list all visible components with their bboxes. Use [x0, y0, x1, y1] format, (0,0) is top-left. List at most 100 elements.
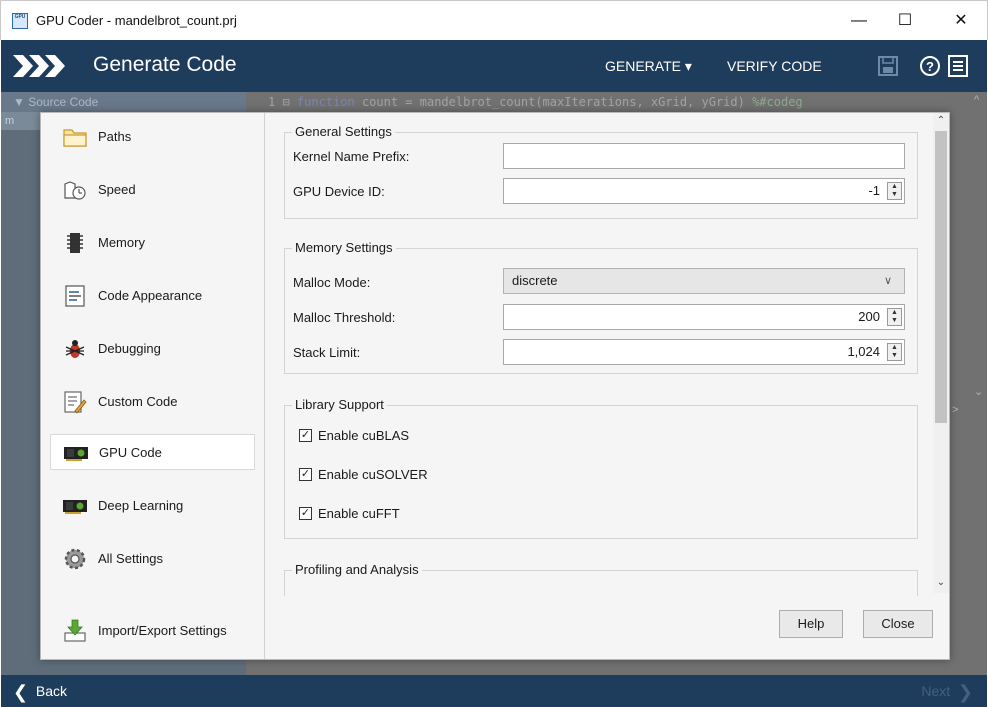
maximize-button[interactable]: ☐ [882, 7, 928, 35]
settings-content-pane: General Settings Kernel Name Prefix: GPU… [273, 119, 933, 596]
gpu-card-icon [64, 447, 88, 461]
help-icon[interactable]: ? [919, 54, 941, 78]
checkbox-checked-icon: ✓ [299, 507, 312, 520]
nav-label: Speed [98, 182, 136, 197]
general-settings-group: General Settings Kernel Name Prefix: GPU… [284, 124, 918, 219]
nav-item-memory[interactable]: Memory [50, 225, 255, 261]
memory-chip-icon [67, 233, 83, 253]
nav-label: Memory [98, 235, 145, 250]
nav-label: All Settings [98, 551, 164, 566]
app-toolbar: Generate Code GENERATE ▾ VERIFY CODE ? [1, 40, 987, 92]
stack-limit-input[interactable]: 1,024 ▲ ▼ [503, 339, 905, 365]
gear-icon [64, 548, 86, 570]
minimize-button[interactable]: — [836, 7, 882, 35]
library-support-group: Library Support ✓ Enable cuBLAS ✓ Enable… [284, 397, 918, 539]
back-label: Back [35, 683, 67, 699]
spinner-control[interactable]: ▲ ▼ [887, 343, 902, 361]
spinner-control[interactable]: ▲ ▼ [887, 182, 902, 200]
code-keyword: function [296, 95, 355, 109]
next-button[interactable]: Next ❯ [921, 682, 973, 703]
gpu-coder-app-icon: GPU [12, 13, 28, 29]
checkbox-label: Enable cuBLAS [318, 428, 410, 443]
content-scrollbar[interactable]: ⌃ ⌄ [933, 113, 949, 593]
group-title: Profiling and Analysis [292, 562, 422, 577]
nav-item-deep-learning[interactable]: Deep Learning [50, 488, 255, 524]
wizard-navigation-bar: ❮ Back Next ❯ [1, 675, 987, 707]
menu-icon[interactable] [947, 54, 969, 78]
settings-dialog: Paths Speed Memory Code Appearance Debug… [40, 112, 950, 660]
custom-code-icon [64, 391, 87, 414]
scrollbar-thumb[interactable] [935, 131, 947, 423]
chevron-up-icon[interactable]: ⌃ [933, 113, 949, 129]
group-title: Memory Settings [292, 240, 396, 255]
back-button[interactable]: ❮ Back [13, 682, 67, 703]
settings-category-nav: Paths Speed Memory Code Appearance Debug… [41, 113, 264, 659]
source-code-header: ▼ Source Code [1, 92, 246, 112]
code-line: 1 ⊟ function count = mandelbrot_count(ma… [268, 95, 803, 109]
chevron-down-icon: ∨ [883, 275, 892, 287]
field-label: Malloc Mode: [293, 275, 371, 290]
nav-label: Debugging [98, 341, 161, 356]
next-label: Next [921, 683, 951, 699]
field-value: 200 [858, 309, 880, 324]
field-label: Kernel Name Prefix: [293, 149, 410, 164]
speed-icon [64, 181, 86, 200]
field-value: -1 [868, 183, 880, 198]
import-export-icon [64, 619, 86, 642]
help-button[interactable]: Help [779, 610, 843, 638]
checkbox-checked-icon: ✓ [299, 429, 312, 442]
checkbox-label: Enable cuFFT [318, 506, 400, 521]
close-button[interactable]: Close [863, 610, 933, 638]
nav-label: Import/Export Settings [98, 623, 227, 638]
close-window-button[interactable]: ✕ [938, 7, 984, 35]
malloc-mode-select[interactable]: discrete ∨ [503, 268, 905, 294]
group-title: Library Support [292, 397, 387, 412]
field-label: GPU Device ID: [293, 184, 385, 199]
chevron-left-icon: ❮ [13, 682, 29, 702]
code-appearance-icon [65, 285, 85, 307]
editor-scroll-down-icon: ⌄ [974, 386, 984, 398]
checkbox-checked-icon: ✓ [299, 468, 312, 481]
nav-item-custom-code[interactable]: Custom Code [50, 384, 255, 420]
chevron-right-icon: ❯ [957, 682, 973, 702]
select-value: discrete [512, 273, 558, 288]
malloc-threshold-input[interactable]: 200 ▲ ▼ [503, 304, 905, 330]
folder-icon [63, 129, 87, 147]
nav-item-paths[interactable]: Paths [50, 119, 255, 155]
profiling-analysis-group: Profiling and Analysis [284, 562, 918, 596]
editor-scroll-up-icon: ^ [974, 94, 980, 106]
window-title: GPU Coder - mandelbrot_count.prj [36, 13, 237, 28]
bug-icon [65, 340, 85, 358]
page-title: Generate Code [93, 53, 237, 76]
nav-label: GPU Code [99, 445, 162, 460]
nav-item-all-settings[interactable]: All Settings [50, 541, 255, 577]
save-icon[interactable] [877, 54, 899, 78]
svg-text:?: ? [926, 59, 934, 74]
group-title: General Settings [292, 124, 395, 139]
nav-item-import-export-settings[interactable]: Import/Export Settings [50, 613, 255, 649]
kernel-name-prefix-input[interactable] [503, 143, 905, 169]
nav-item-code-appearance[interactable]: Code Appearance [50, 278, 255, 314]
gpu-device-id-input[interactable]: -1 ▲ ▼ [503, 178, 905, 204]
line-gutter: 1 ⊟ [268, 95, 290, 109]
spinner-control[interactable]: ▲ ▼ [887, 308, 902, 326]
generate-menu-button[interactable]: GENERATE ▾ [605, 58, 692, 75]
nav-label: Custom Code [98, 394, 178, 409]
editor-scroll-right-icon: > [952, 404, 959, 416]
code-comment: %#codeg [752, 95, 803, 109]
nav-item-debugging[interactable]: Debugging [50, 331, 255, 367]
nav-item-speed[interactable]: Speed [50, 172, 255, 208]
code-text: count = mandelbrot_count(maxIterations, … [354, 95, 753, 109]
memory-settings-group: Memory Settings Malloc Mode: discrete ∨ … [284, 240, 918, 374]
field-value: 1,024 [847, 344, 880, 359]
window-title-bar: GPU GPU Coder - mandelbrot_count.prj — ☐… [0, 0, 988, 40]
nav-item-gpu-code[interactable]: GPU Code [50, 434, 255, 470]
field-label: Stack Limit: [293, 345, 361, 360]
verify-code-button[interactable]: VERIFY CODE [727, 58, 822, 74]
checkbox-label: Enable cuSOLVER [318, 467, 428, 482]
chevron-down-icon[interactable]: ⌄ [933, 575, 949, 591]
field-label: Malloc Threshold: [293, 310, 396, 325]
nav-divider [264, 113, 265, 659]
nav-label: Paths [98, 129, 132, 144]
nav-label: Code Appearance [98, 288, 203, 303]
